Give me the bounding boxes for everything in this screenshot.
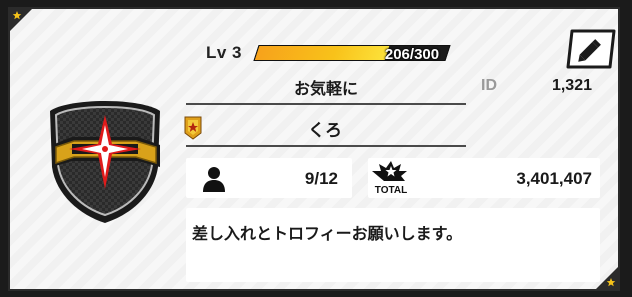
total-score-stat: TOTAL 3,401,407 [368,158,600,198]
team-comment-field: お気軽に [186,71,466,105]
team-comment-text: お気軽に [293,79,358,98]
members-stat: 9/12 [186,158,352,198]
total-label: TOTAL [375,185,407,196]
xp-progress-text: 206/300 [384,46,440,63]
leader-name: くろ [308,120,342,141]
team-emblem-icon [50,101,160,223]
xp-progress-fill [254,46,390,60]
profile-screen: Lv 3 206/300 お気軽に ID 1,321 くろ 9/12 TOTAL… [0,0,632,297]
team-message-box: 差し入れとトロフィーお願いします。 [186,208,600,282]
id-label: ID [481,77,497,94]
corner-star-icon [10,9,32,31]
team-message-text: 差し入れとトロフィーお願いします。 [192,224,463,243]
team-profile-card: Lv 3 206/300 お気軽に ID 1,321 くろ 9/12 TOTAL… [8,7,620,291]
person-icon [203,167,225,192]
rank-badge-icon [184,116,202,140]
members-value: 9/12 [304,169,338,188]
id-value: 1,321 [551,77,592,94]
total-burst-icon: TOTAL [372,161,407,196]
edit-profile-button[interactable] [566,29,616,69]
level-label: Lv 3 [206,43,243,62]
total-score-value: 3,401,407 [516,169,592,188]
leader-name-field: くろ [184,111,466,147]
